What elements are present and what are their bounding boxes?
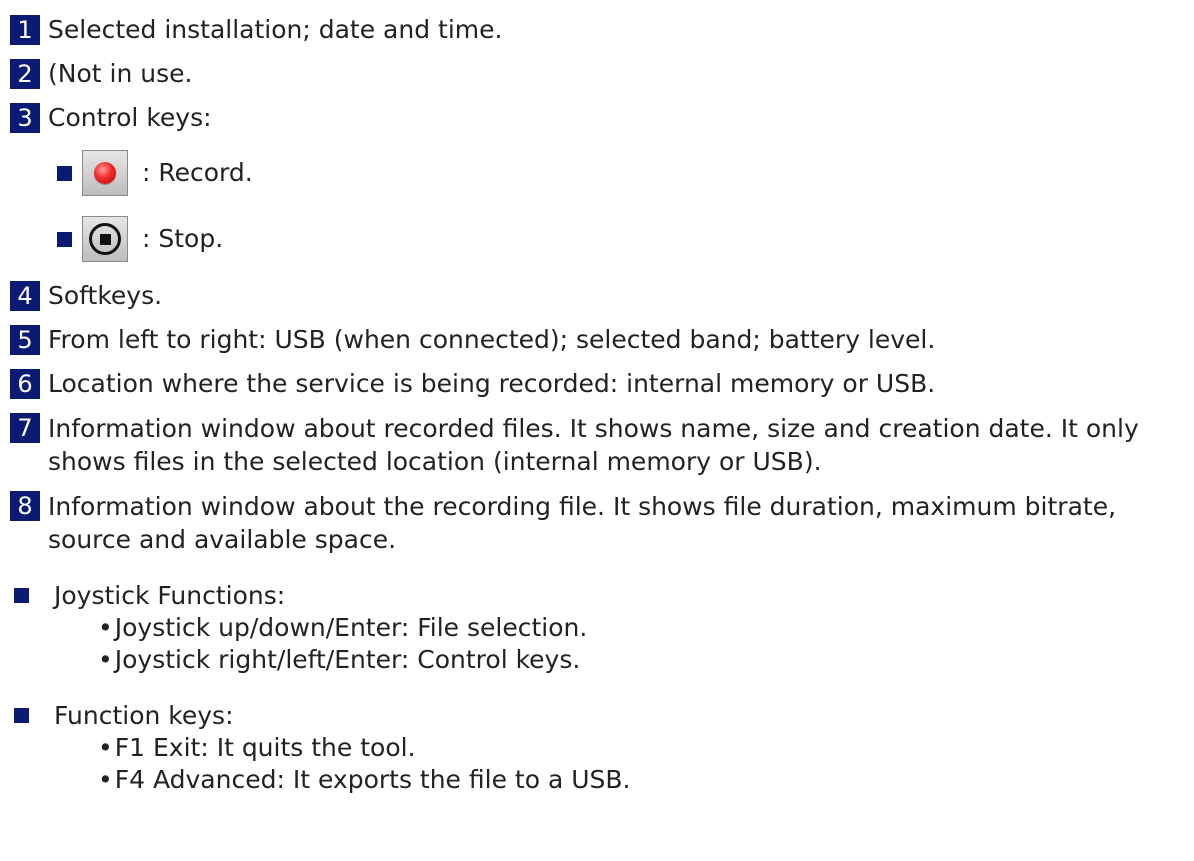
- list-item: •F1 Exit: It quits the tool.: [98, 732, 631, 764]
- item-text: Softkeys.: [48, 281, 163, 310]
- stop-icon: [82, 216, 128, 262]
- square-bullet-icon: [14, 588, 29, 603]
- item-text: Selected installation; date and time.: [48, 15, 503, 44]
- function-keys: Function keys: •F1 Exit: It quits the to…: [10, 700, 1190, 796]
- bullet-dot-icon: •: [98, 765, 113, 794]
- control-key-label: : Record.: [142, 158, 253, 187]
- item-3: 3 Control keys:: [10, 102, 1190, 134]
- number-badge: 4: [10, 281, 40, 311]
- control-key-stop: : Stop.: [57, 214, 1190, 264]
- square-bullet-icon: [57, 231, 72, 247]
- manual-page: 1 Selected installation; date and time. …: [10, 14, 1190, 796]
- item-text: From left to right: USB (when connected)…: [48, 325, 936, 354]
- item-6: 6 Location where the service is being re…: [10, 368, 1190, 400]
- bullet-dot-icon: •: [98, 613, 113, 642]
- number-badge: 6: [10, 369, 40, 399]
- record-icon: [82, 150, 128, 196]
- joystick-title: Joystick Functions:: [54, 581, 286, 610]
- joystick-line: Joystick right/left/Enter: Control keys.: [114, 645, 581, 674]
- item-5: 5 From left to right: USB (when connecte…: [10, 324, 1190, 356]
- item-1: 1 Selected installation; date and time.: [10, 14, 1190, 46]
- joystick-functions: Joystick Functions: •Joystick up/down/En…: [10, 580, 1190, 676]
- number-badge: 2: [10, 59, 40, 89]
- item-2: 2 (Not in use.: [10, 58, 1190, 90]
- item-text: Location where the service is being reco…: [48, 369, 936, 398]
- control-key-record: : Record.: [57, 148, 1190, 198]
- bullet-dot-icon: •: [98, 645, 113, 674]
- number-badge: 7: [10, 413, 40, 443]
- square-bullet-icon: [14, 708, 29, 723]
- number-badge: 1: [10, 15, 40, 45]
- bullet-dot-icon: •: [98, 733, 113, 762]
- square-bullet-icon: [57, 165, 72, 181]
- item-4: 4 Softkeys.: [10, 280, 1190, 312]
- list-item: •F4 Advanced: It exports the file to a U…: [98, 764, 631, 796]
- function-key-line: F4 Advanced: It exports the file to a US…: [114, 765, 631, 794]
- number-badge: 3: [10, 103, 40, 133]
- function-keys-title: Function keys:: [54, 701, 234, 730]
- item-text: (Not in use.: [48, 59, 193, 88]
- joystick-line: Joystick up/down/Enter: File selection.: [114, 613, 588, 642]
- list-item: •Joystick up/down/Enter: File selection.: [98, 612, 587, 644]
- item-7: 7 Information window about recorded file…: [10, 412, 1190, 478]
- control-key-label: : Stop.: [142, 224, 224, 253]
- item-8: 8 Information window about the recording…: [10, 490, 1190, 556]
- function-key-line: F1 Exit: It quits the tool.: [114, 733, 416, 762]
- list-item: •Joystick right/left/Enter: Control keys…: [98, 644, 587, 676]
- number-badge: 5: [10, 325, 40, 355]
- item-text: Information window about the recording f…: [48, 492, 1117, 554]
- item-text: Information window about recorded files.…: [48, 414, 1139, 476]
- number-badge: 8: [10, 491, 40, 521]
- item-text: Control keys:: [48, 103, 212, 132]
